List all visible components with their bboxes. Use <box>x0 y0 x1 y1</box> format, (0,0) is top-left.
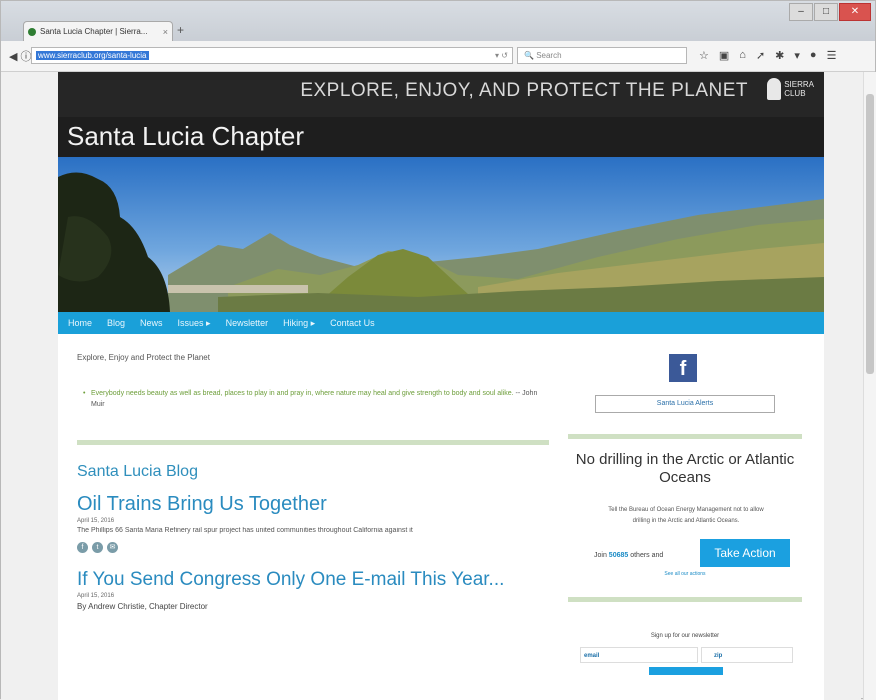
logo-text-2: CLUB <box>784 89 806 98</box>
url-dropdown-icon[interactable]: ▾ ↺ <box>495 48 508 63</box>
scrollbar-thumb[interactable] <box>866 94 874 374</box>
maximize-button[interactable]: □ <box>814 3 838 21</box>
sidebar-divider <box>568 434 802 439</box>
see-all-actions-link[interactable]: See all our actions <box>568 571 802 577</box>
join-line: Join 50685 others and <box>594 552 663 559</box>
chapter-title[interactable]: Santa Lucia Chapter <box>67 121 304 152</box>
nav-item-news[interactable]: News <box>140 318 163 328</box>
chevron-icon[interactable]: ▾ <box>794 49 800 62</box>
send-icon[interactable]: ➚ <box>756 49 765 62</box>
url-text: www.sierraclub.org/santa-lucia <box>36 51 149 60</box>
tagline: EXPLORE, ENJOY, AND PROTECT THE PLANET <box>300 80 748 101</box>
minimize-button[interactable]: – <box>789 3 813 21</box>
web-page: EXPLORE, ENJOY, AND PROTECT THE PLANET S… <box>58 72 824 700</box>
tagline-bar: EXPLORE, ENJOY, AND PROTECT THE PLANET S… <box>58 72 824 117</box>
title-bar: – □ ✕ Santa Lucia Chapter | Sierra... × … <box>1 1 875 41</box>
close-window-button[interactable]: ✕ <box>839 3 871 21</box>
sierra-favicon-icon <box>28 27 36 36</box>
extension-icon[interactable]: ✱ <box>775 49 784 62</box>
take-action-button[interactable]: Take Action <box>700 539 790 567</box>
logo-text-1: SIERRA <box>784 80 814 89</box>
sierra-logo-icon <box>767 78 782 100</box>
facebook-icon[interactable]: f <box>669 354 697 382</box>
post-byline: By Andrew Christie, Chapter Director <box>77 602 208 611</box>
post-title[interactable]: If You Send Congress Only One E-mail Thi… <box>77 569 549 591</box>
section-divider <box>77 440 549 445</box>
intro-text: Explore, Enjoy and Protect the Planet <box>77 353 210 362</box>
url-bar[interactable]: www.sierraclub.org/santa-lucia ▾ ↺ <box>31 47 513 64</box>
post-excerpt: The Phillips 66 Santa Maria Refinery rai… <box>77 527 413 534</box>
sierra-club-logo[interactable]: SIERRA CLUB <box>767 78 814 100</box>
toolbar-icons: ☆ ▣ ⌂ ➚ ✱ ▾ ● ☰ <box>699 49 846 62</box>
campaign-heading: No drilling in the Arctic or Atlantic Oc… <box>575 451 795 486</box>
email-field[interactable]: email <box>580 647 698 663</box>
email-share-icon[interactable]: ✉ <box>107 542 118 553</box>
share-buttons: f t ✉ <box>77 542 549 553</box>
browser-tab[interactable]: Santa Lucia Chapter | Sierra... × <box>23 21 173 41</box>
post-date: April 15, 2016 <box>77 593 115 599</box>
main-column: Explore, Enjoy and Protect the Planet • … <box>77 343 549 611</box>
campaign-text: Tell the Bureau of Ocean Energy Manageme… <box>608 507 764 524</box>
muir-quote: • Everybody needs beauty as well as brea… <box>77 388 549 410</box>
facebook-share-icon[interactable]: f <box>77 542 88 553</box>
back-arrow-icon[interactable]: ◀ ⓘ <box>9 48 32 64</box>
zip-field[interactable]: zip <box>701 647 793 663</box>
alerts-link[interactable]: Santa Lucia Alerts <box>595 395 775 413</box>
site-nav: Home Blog News Issues ▸ Newsletter Hikin… <box>58 312 824 334</box>
browser-toolbar: ◀ ⓘ www.sierraclub.org/santa-lucia ▾ ↺ 🔍… <box>1 41 875 72</box>
post-title[interactable]: Oil Trains Bring Us Together <box>77 493 549 516</box>
vertical-scrollbar[interactable] <box>863 72 876 700</box>
star-icon[interactable]: ☆ <box>699 49 709 62</box>
nav-item-issues[interactable]: Issues ▸ <box>178 318 211 329</box>
menu-icon[interactable]: ☰ <box>827 49 837 62</box>
sidebar-divider <box>568 597 802 602</box>
search-placeholder: Search <box>536 51 562 60</box>
shield-icon[interactable]: ● <box>810 49 817 62</box>
home-icon[interactable]: ⌂ <box>739 49 746 62</box>
bullet: • <box>83 390 86 397</box>
nav-item-hiking[interactable]: Hiking ▸ <box>283 318 315 329</box>
blog-heading[interactable]: Santa Lucia Blog <box>77 463 549 481</box>
post-date: April 15, 2016 <box>77 518 115 524</box>
page-viewport: EXPLORE, ENJOY, AND PROTECT THE PLANET S… <box>1 72 861 700</box>
newsletter-signup-text: Sign up for our newsletter <box>650 633 720 639</box>
nav-item-blog[interactable]: Blog <box>107 318 125 328</box>
tab-close-icon[interactable]: × <box>163 27 168 37</box>
nav-item-home[interactable]: Home <box>68 318 92 328</box>
clipboard-icon[interactable]: ▣ <box>719 49 729 62</box>
chapter-bar: Santa Lucia Chapter <box>58 117 824 157</box>
nav-item-contact[interactable]: Contact Us <box>330 318 375 328</box>
search-input[interactable]: 🔍 Search <box>517 47 687 64</box>
logo-wordmark: SIERRA CLUB <box>784 80 814 98</box>
quote-text: Everybody needs beauty as well as bread,… <box>91 390 514 397</box>
twitter-share-icon[interactable]: t <box>92 542 103 553</box>
banner-image <box>58 157 824 312</box>
landscape-photo <box>58 157 824 312</box>
window-controls: – □ ✕ <box>788 3 871 21</box>
join-count: 50685 <box>608 552 629 559</box>
new-tab-button[interactable]: + <box>177 23 184 37</box>
signup-submit-button[interactable] <box>649 667 723 675</box>
join-suffix: others and <box>630 552 664 559</box>
tab-title: Santa Lucia Chapter | Sierra... <box>40 27 148 36</box>
join-prefix: Join <box>594 552 607 559</box>
nav-item-newsletter[interactable]: Newsletter <box>226 318 269 328</box>
browser-window: – □ ✕ Santa Lucia Chapter | Sierra... × … <box>0 0 876 700</box>
